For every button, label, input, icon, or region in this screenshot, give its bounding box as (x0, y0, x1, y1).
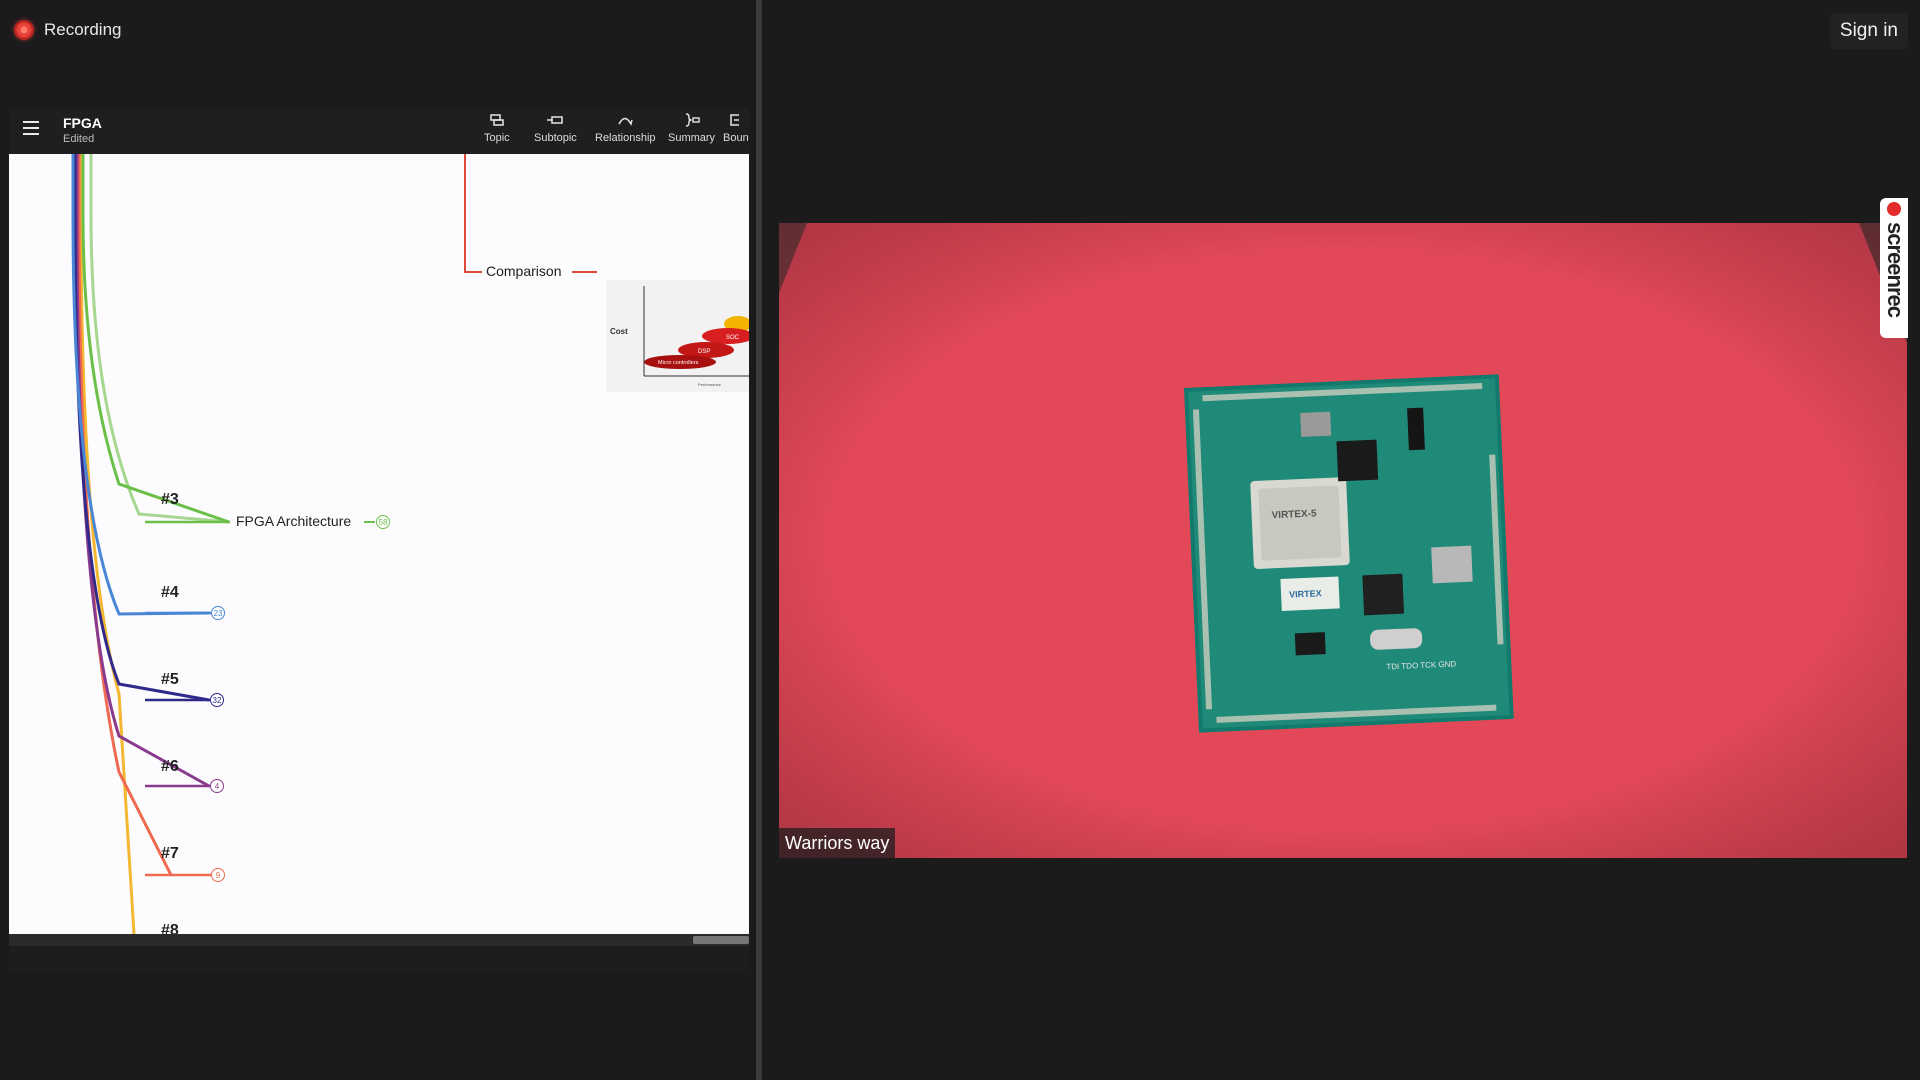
recording-indicator[interactable]: Recording (14, 16, 122, 44)
subtopic-icon (547, 116, 564, 124)
branch-tag-4[interactable]: #4 (161, 584, 179, 602)
branch-tag-5[interactable]: #5 (161, 671, 179, 689)
chart-y-label: Cost (610, 327, 628, 336)
screenrec-dot-icon (1887, 202, 1901, 216)
cost-performance-chart: SOC DSP Micro controllers Cost Performan… (606, 280, 749, 392)
board-logo-virtex: VIRTEX (1289, 588, 1322, 599)
toolbar-boundary-button[interactable]: Boun (723, 112, 749, 152)
scrollbar-thumb[interactable] (693, 936, 749, 944)
screenrec-label: screenrec (1883, 222, 1908, 317)
video-feed[interactable]: VIRTEX-5 VIRTEX TDI TDO TCK GND (779, 223, 1907, 858)
video-frame-image: VIRTEX-5 VIRTEX TDI TDO TCK GND (779, 223, 1907, 858)
branch-tag-6[interactable]: #6 (161, 758, 179, 776)
menu-icon[interactable] (23, 121, 39, 135)
comparison-node[interactable]: Comparison (486, 263, 561, 279)
chart-tag-soc: SOC (726, 335, 740, 341)
mindmap-canvas[interactable]: Comparison SOC DSP Micro controllers Cos… (9, 154, 749, 939)
collapse-count-4[interactable]: 23 (211, 606, 225, 620)
chart-x-label: Performance (698, 382, 722, 387)
summary-icon (685, 113, 700, 127)
app-footer (9, 946, 749, 972)
record-dot-icon (14, 20, 34, 40)
chart-tag-micro: Micro controllers (658, 360, 699, 366)
mindmap-branch-lines (71, 154, 597, 934)
screenrec-watermark: screenrec (1880, 198, 1908, 338)
toolbar-subtopic-button[interactable]: Subtopic (534, 112, 577, 152)
collapse-count-5[interactable]: 32 (210, 693, 224, 707)
document-title: FPGA (63, 115, 102, 131)
fpga-board: VIRTEX-5 VIRTEX TDI TDO TCK GND (1184, 374, 1514, 733)
chip-label-virtex5: VIRTEX-5 (1271, 508, 1317, 521)
boundary-icon (730, 114, 739, 126)
comparison-chart-image[interactable]: SOC DSP Micro controllers Cost Performan… (606, 280, 749, 392)
branch-tag-7[interactable]: #7 (161, 845, 179, 863)
topic-icon (490, 114, 504, 126)
collapse-count-6[interactable]: 4 (210, 779, 224, 793)
branch-tag-3[interactable]: #3 (161, 491, 179, 509)
panel-divider[interactable] (756, 0, 762, 1080)
horizontal-scrollbar[interactable] (9, 934, 749, 946)
relationship-icon (618, 117, 633, 126)
topic-fpga-architecture[interactable]: FPGA Architecture (236, 513, 351, 529)
app-toolbar: FPGA Edited Topic Subtopic Relationship … (9, 108, 749, 154)
shared-screen: FPGA Edited Topic Subtopic Relationship … (9, 108, 749, 972)
toolbar-summary-button[interactable]: Summary (668, 112, 715, 152)
document-status: Edited (63, 133, 95, 145)
sign-in-button[interactable]: Sign in (1829, 13, 1908, 49)
chart-tag-dsp: DSP (698, 349, 710, 355)
participant-name-label: Warriors way (779, 828, 896, 858)
toolbar-topic-button[interactable]: Topic (484, 112, 510, 152)
collapse-count-7[interactable]: 9 (211, 868, 225, 882)
toolbar-relationship-button[interactable]: Relationship (595, 112, 656, 152)
collapse-count-3[interactable]: 58 (376, 515, 390, 529)
recording-label: Recording (44, 20, 122, 39)
